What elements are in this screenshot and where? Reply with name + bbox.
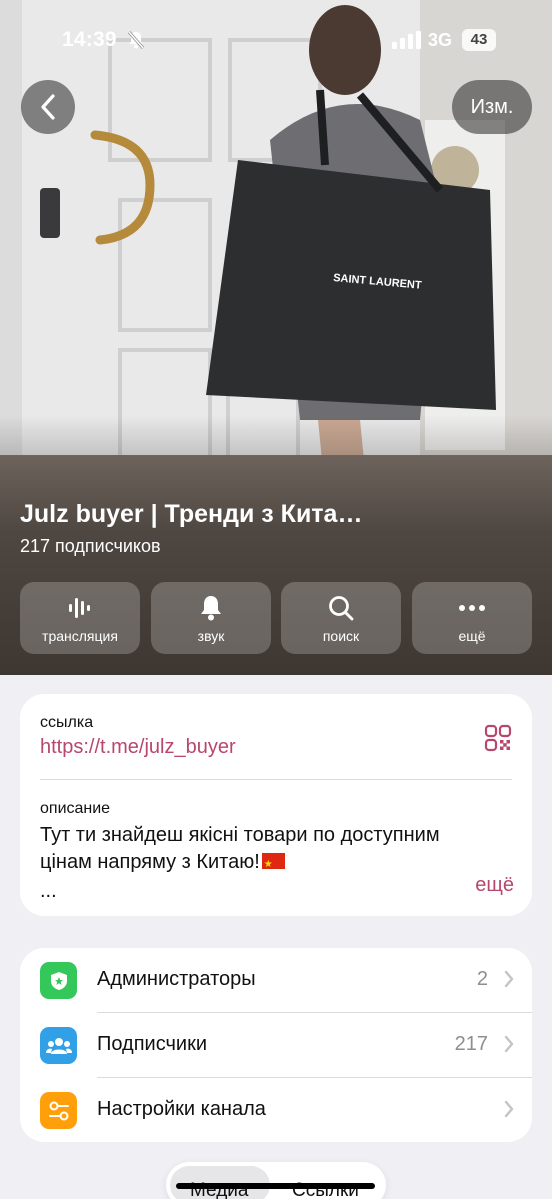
more-icon: [412, 594, 532, 622]
more-label: ещё: [458, 628, 486, 644]
search-button[interactable]: поиск: [281, 582, 401, 654]
signal-icon: [392, 31, 422, 54]
status-bar: 14:39 3G 43: [0, 0, 552, 80]
search-label: поиск: [322, 628, 360, 644]
subscribers-icon: [40, 1027, 77, 1064]
description-more-link[interactable]: ещё: [475, 874, 514, 897]
description-text: Тут ти знайдеш якісні товари по доступни…: [40, 822, 490, 878]
action-buttons: трансляция звук поиск ещё: [20, 582, 532, 654]
chevron-right-icon: [504, 1035, 514, 1058]
home-indicator: [176, 1183, 375, 1189]
channel-title: Julz buyer | Тренди з Кита…: [20, 500, 363, 528]
settings-toggle-icon: [40, 1092, 77, 1129]
info-divider: [40, 779, 512, 780]
channel-link[interactable]: https://t.me/julz_buyer: [40, 736, 236, 759]
battery-level: 43: [462, 29, 496, 51]
channel-settings-menu: Администраторы 2 Подписчики 217 Настройк…: [20, 948, 532, 1142]
status-time: 14:39: [62, 28, 117, 51]
qr-code-icon[interactable]: [484, 724, 512, 757]
network-type: 3G: [428, 30, 453, 50]
media-tabs: Медиа Ссылки: [166, 1162, 386, 1199]
bell-icon: [151, 594, 271, 622]
channel-info-card: ссылка https://t.me/julz_buyer описание …: [20, 694, 532, 916]
menu-item-channel-settings[interactable]: Настройки канала: [20, 1078, 532, 1142]
live-stream-button[interactable]: трансляция: [20, 582, 140, 654]
bell-slash-icon: [126, 30, 146, 55]
back-button[interactable]: [21, 80, 75, 134]
chevron-right-icon: [504, 970, 514, 993]
live-stream-label: трансляция: [42, 628, 118, 644]
menu-item-subscribers[interactable]: Подписчики 217: [20, 1013, 532, 1077]
link-label: ссылка: [40, 714, 94, 731]
menu-label-administrators: Администраторы: [97, 968, 256, 990]
edit-button[interactable]: Изм.: [452, 80, 532, 134]
more-button[interactable]: ещё: [412, 582, 532, 654]
subscribers-total: 217: [454, 1033, 488, 1055]
china-flag-icon: [261, 851, 285, 878]
chevron-right-icon: [504, 1100, 514, 1123]
chevron-left-icon: [41, 94, 55, 120]
subscribers-count: 217 подписчиков: [20, 536, 161, 556]
sound-button[interactable]: звук: [151, 582, 271, 654]
sound-label: звук: [197, 628, 225, 644]
description-line-2: цінам напряму з Китаю!: [40, 851, 260, 873]
menu-label-channel-settings: Настройки канала: [97, 1098, 266, 1120]
administrators-count: 2: [476, 968, 488, 990]
description-ellipsis: ...: [40, 880, 57, 902]
description-label: описание: [40, 800, 111, 817]
live-stream-icon: [20, 594, 140, 622]
menu-item-administrators[interactable]: Администраторы 2: [20, 948, 532, 1012]
search-icon: [281, 594, 401, 622]
description-line-1: Тут ти знайдеш якісні товари по доступни…: [40, 824, 440, 846]
admin-shield-icon: [40, 962, 77, 999]
menu-label-subscribers: Подписчики: [97, 1033, 208, 1055]
